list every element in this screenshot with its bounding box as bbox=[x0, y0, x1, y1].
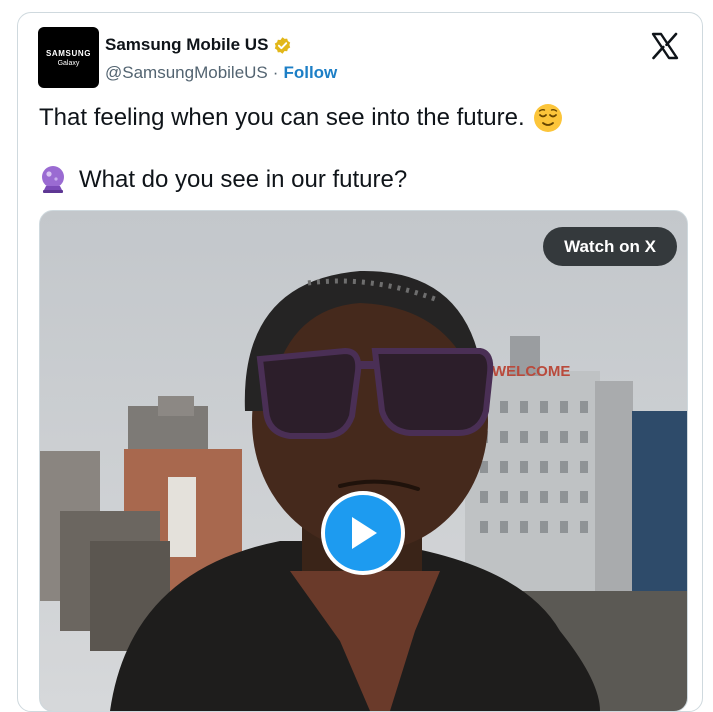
tweet-text-line-2: What do you see in our future? bbox=[39, 165, 407, 195]
welcome-sign: WELCOME bbox=[492, 363, 570, 380]
avatar[interactable]: SAMSUNG Galaxy bbox=[38, 27, 99, 88]
avatar-logo-text: SAMSUNG bbox=[45, 48, 92, 58]
verified-badge-icon bbox=[275, 36, 291, 54]
display-name[interactable]: Samsung Mobile US bbox=[105, 35, 268, 55]
tweet-text-line-1: That feeling when you can see into the f… bbox=[39, 103, 563, 133]
tweet-text-1: That feeling when you can see into the f… bbox=[39, 104, 525, 131]
watch-on-x-button[interactable]: Watch on X bbox=[543, 227, 677, 266]
video-scene-image: WELCOME bbox=[40, 211, 687, 711]
avatar-logo-subtext: Galaxy bbox=[57, 59, 80, 67]
author-name-row: Samsung Mobile US bbox=[105, 35, 292, 55]
handle[interactable]: @SamsungMobileUS bbox=[105, 63, 268, 83]
handle-row: @SamsungMobileUS · Follow bbox=[105, 63, 337, 83]
play-icon bbox=[352, 517, 377, 549]
embedded-post-card[interactable]: SAMSUNG Galaxy Samsung Mobile US @Samsun… bbox=[17, 12, 703, 712]
crystal-ball-icon bbox=[42, 166, 64, 193]
play-button[interactable] bbox=[321, 491, 405, 575]
x-logo-icon[interactable] bbox=[650, 31, 680, 61]
relieved-face-icon bbox=[533, 104, 562, 132]
tweet-text-2: What do you see in our future? bbox=[79, 166, 408, 193]
video-thumbnail[interactable]: WELCOME Watch on X bbox=[39, 210, 688, 711]
follow-link[interactable]: Follow bbox=[283, 63, 337, 83]
separator-dot: · bbox=[272, 63, 279, 82]
